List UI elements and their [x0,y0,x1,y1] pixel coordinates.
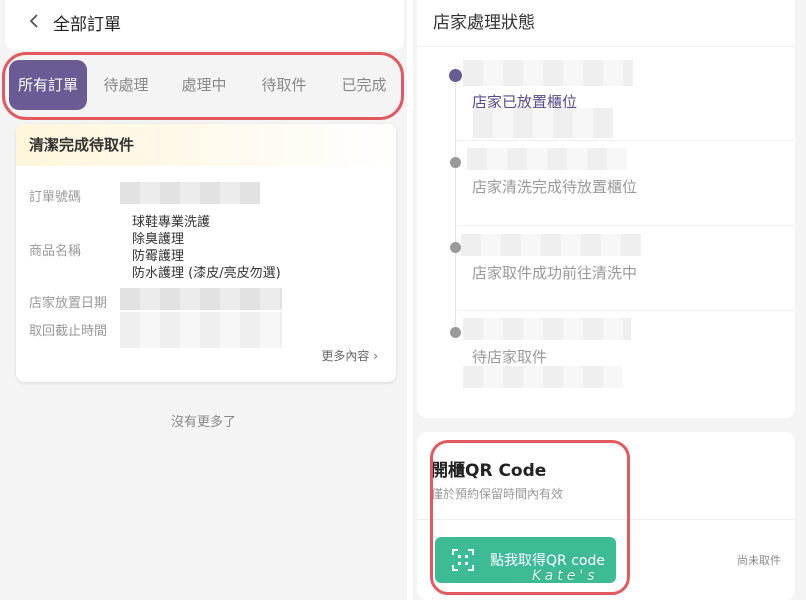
tab-processing[interactable]: 處理中 [171,60,237,110]
status-title: 店家處理狀態 [433,13,535,33]
placed-date-label: 店家放置日期 [29,296,108,311]
qr-title: 開櫃QR Code [431,461,547,481]
order-number-label: 訂單號碼 [29,190,82,205]
product-list: 球鞋專業洗護 除臭護理 防霉護理 防水護理 (漆皮/亮皮勿選) [132,214,281,282]
product-item: 除臭護理 [132,232,185,247]
step-detail-blurred [473,108,613,138]
chevron-right-icon: › [369,349,378,363]
pickup-status-text: 尚未取件 [737,554,781,567]
step-time-blurred [467,148,627,170]
tab-pending[interactable]: 待處理 [93,60,159,110]
timeline-line [455,76,456,336]
qr-scan-icon [452,549,474,571]
timeline-dot-active [449,69,462,82]
top-bar: 全部訂單 [5,0,404,50]
placed-date-value-blurred [120,288,282,310]
order-status-title: 清潔完成待取件 [16,124,396,166]
timeline-step: 店家取件成功前往清洗中 [472,264,638,282]
pickup-deadline-value-blurred [120,312,282,348]
timeline-dot [450,242,461,253]
tab-completed[interactable]: 已完成 [331,60,397,110]
store-status-card: 店家處理狀態 店家已放置櫃位 店家清洗完成待放置櫃位 店家取件成功前往清洗中 待… [417,0,795,418]
timeline-step: 店家清洗完成待放置櫃位 [472,178,638,196]
timeline-step: 待店家取件 [472,348,548,366]
order-list-screen: 全部訂單 所有訂單 待處理 處理中 待取件 已完成 清潔完成待取件 訂單號碼 商… [0,0,407,600]
product-name-label: 商品名稱 [29,244,82,259]
order-card[interactable]: 清潔完成待取件 訂單號碼 商品名稱 球鞋專業洗護 除臭護理 防霉護理 防水護理 … [16,124,396,382]
product-item: 球鞋專業洗護 [132,215,211,230]
order-number-value-blurred [120,182,260,204]
get-qr-code-label: 點我取得QR code [490,553,605,569]
page-title: 全部訂單 [53,15,121,35]
tab-ready-pickup[interactable]: 待取件 [251,60,317,110]
step-detail-blurred [463,366,623,388]
step-time-blurred [463,60,633,86]
timeline-dot [450,327,461,338]
tab-all-orders[interactable]: 所有訂單 [9,60,87,110]
watermark-text: Kate's [532,568,599,584]
step-time-blurred [463,318,631,340]
back-chevron-icon[interactable] [26,13,42,29]
qr-subtitle: 僅於預約保留時間內有效 [431,487,564,501]
timeline-dot [450,157,461,168]
pickup-deadline-label: 取回截止時間 [29,324,108,339]
step-time-blurred [461,234,641,256]
product-item: 防霉護理 [132,249,185,264]
no-more-text: 沒有更多了 [170,415,236,430]
order-detail-screen: 店家處理狀態 店家已放置櫃位 店家清洗完成待放置櫃位 店家取件成功前往清洗中 待… [413,0,806,600]
order-tabs: 所有訂單 待處理 處理中 待取件 已完成 [5,58,404,110]
product-item: 防水護理 (漆皮/亮皮勿選) [132,266,281,281]
qr-code-card: 開櫃QR Code 僅於預約保留時間內有效 點我取得QR code 尚未取件 [417,432,795,600]
more-content-link[interactable]: 更多內容 › [321,347,378,364]
